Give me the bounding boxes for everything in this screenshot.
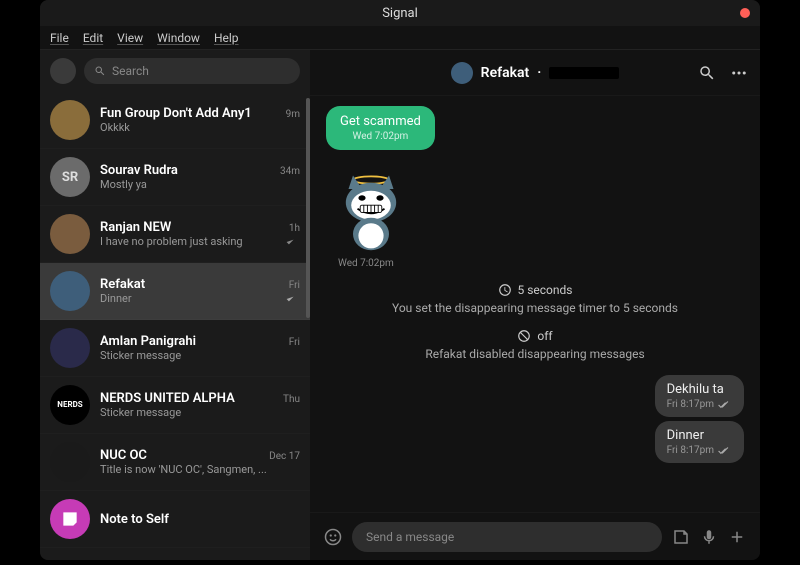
chat-title: Ranjan NEW: [100, 220, 171, 235]
conversation-header: Refakat ·: [310, 50, 760, 96]
app-window: Signal File Edit View Window Help Search…: [40, 0, 760, 560]
search-icon: [94, 65, 106, 77]
menu-window[interactable]: Window: [157, 31, 200, 45]
chat-title: Amlan Panigrahi: [100, 334, 196, 349]
chat-title: NERDS UNITED ALPHA: [100, 391, 235, 406]
sticker-button-icon[interactable]: [672, 528, 690, 546]
chat-title: NUC OC: [100, 448, 147, 463]
chat-preview: Sticker message: [100, 406, 181, 419]
read-receipt-icon: [286, 294, 300, 304]
menu-file[interactable]: File: [50, 31, 69, 45]
chat-preview: Dinner: [100, 292, 132, 305]
chat-item-sourav[interactable]: SR Sourav Rudra 34m Mostly ya: [40, 149, 310, 206]
avatar: SR: [50, 157, 90, 197]
titlebar: Signal: [40, 0, 760, 26]
search-in-conversation-icon[interactable]: [698, 64, 716, 82]
outgoing-message[interactable]: Get scammed Wed 7:02pm: [326, 106, 744, 150]
chat-time: Fri: [289, 280, 300, 291]
message-time: Fri 8:17pm: [667, 445, 714, 456]
message-placeholder: Send a message: [366, 530, 454, 544]
chat-title: Refakat: [100, 277, 145, 292]
chat-title: Sourav Rudra: [100, 163, 178, 178]
chat-preview: Title is now 'NUC OC', Sangmen, ...: [100, 463, 267, 476]
avatar: [50, 214, 90, 254]
incoming-message[interactable]: Dekhilu ta Fri 8:17pm: [326, 375, 744, 417]
note-icon: [50, 499, 90, 539]
avatar: [50, 100, 90, 140]
message-time: Fri 8:17pm: [667, 399, 714, 410]
incoming-message[interactable]: Dinner Fri 8:17pm: [326, 421, 744, 463]
read-receipt-icon: [286, 237, 300, 247]
more-icon[interactable]: [730, 64, 748, 82]
menu-edit[interactable]: Edit: [83, 31, 103, 45]
close-icon[interactable]: [740, 8, 750, 18]
menubar: File Edit View Window Help: [40, 26, 760, 50]
chat-preview: Okkkk: [100, 121, 130, 134]
timer-off-icon: [517, 329, 531, 343]
avatar: [50, 271, 90, 311]
message-input[interactable]: Send a message: [352, 522, 662, 552]
system-message-timer-on: 5 seconds You set the disappearing messa…: [326, 283, 744, 315]
message-text: Dinner: [667, 428, 732, 443]
message-text: Get scammed: [340, 114, 421, 129]
voice-icon[interactable]: [700, 528, 718, 546]
chat-item-nuc[interactable]: NUC OC Dec 17 Title is now 'NUC OC', Sang…: [40, 434, 310, 491]
chat-time: Fri: [289, 337, 300, 348]
composer: Send a message: [310, 512, 760, 560]
redacted-phone: [549, 67, 619, 79]
menu-view[interactable]: View: [117, 31, 143, 45]
chat-time: 9m: [286, 109, 300, 120]
chat-preview: I have no problem just asking: [100, 235, 243, 248]
chat-title: Fun Group Don't Add Any1: [100, 106, 252, 121]
message-time: Wed 7:02pm: [340, 131, 421, 142]
chat-title: Note to Self: [100, 512, 169, 527]
chat-time: Dec 17: [269, 451, 300, 462]
chat-preview: Mostly ya: [100, 178, 147, 191]
profile-avatar[interactable]: [50, 58, 76, 84]
system-message-timer-off: off Refakat disabled disappearing messag…: [326, 329, 744, 361]
avatar: NERDS: [50, 385, 90, 425]
chat-list[interactable]: Fun Group Don't Add Any1 9m Okkkk SR Sour…: [40, 92, 310, 560]
chat-item-note[interactable]: Note to Self: [40, 491, 310, 548]
message-list[interactable]: Get scammed Wed 7:02pm: [310, 96, 760, 512]
chat-item-refakat[interactable]: Refakat Fri Dinner: [40, 263, 310, 320]
avatar: [50, 328, 90, 368]
chat-time: 34m: [280, 166, 300, 177]
avatar: [50, 442, 90, 482]
conversation-pane: Refakat · Get scammed Wed 7:02pm: [310, 50, 760, 560]
emoji-icon[interactable]: [324, 528, 342, 546]
sticker-time: Wed 7:02pm: [338, 258, 744, 269]
message-text: Dekhilu ta: [667, 382, 732, 397]
menu-help[interactable]: Help: [214, 31, 239, 45]
chat-time: 1h: [289, 223, 300, 234]
search-input[interactable]: Search: [84, 58, 300, 84]
sidebar: Search Fun Group Don't Add Any1 9m Okkkk …: [40, 50, 310, 560]
chat-time: Thu: [283, 394, 300, 405]
timer-icon: [498, 283, 512, 297]
search-placeholder: Search: [112, 64, 149, 78]
chat-item-amlan[interactable]: Amlan Panigrahi Fri Sticker message: [40, 320, 310, 377]
conversation-title[interactable]: Refakat ·: [451, 62, 620, 84]
chat-item-fun-group[interactable]: Fun Group Don't Add Any1 9m Okkkk: [40, 92, 310, 149]
sidebar-top: Search: [40, 50, 310, 92]
chat-item-ranjan[interactable]: Ranjan NEW 1h I have no problem just aski…: [40, 206, 310, 263]
attach-icon[interactable]: [728, 528, 746, 546]
chat-item-nerds[interactable]: NERDS NERDS UNITED ALPHA Thu Sticker mess…: [40, 377, 310, 434]
read-receipt-icon: [718, 400, 732, 410]
chat-preview: Sticker message: [100, 349, 181, 362]
sticker-cat[interactable]: [326, 162, 416, 252]
avatar: [451, 62, 473, 84]
read-receipt-icon: [718, 446, 732, 456]
app-body: Search Fun Group Don't Add Any1 9m Okkkk …: [40, 50, 760, 560]
title-text: Signal: [382, 6, 418, 21]
